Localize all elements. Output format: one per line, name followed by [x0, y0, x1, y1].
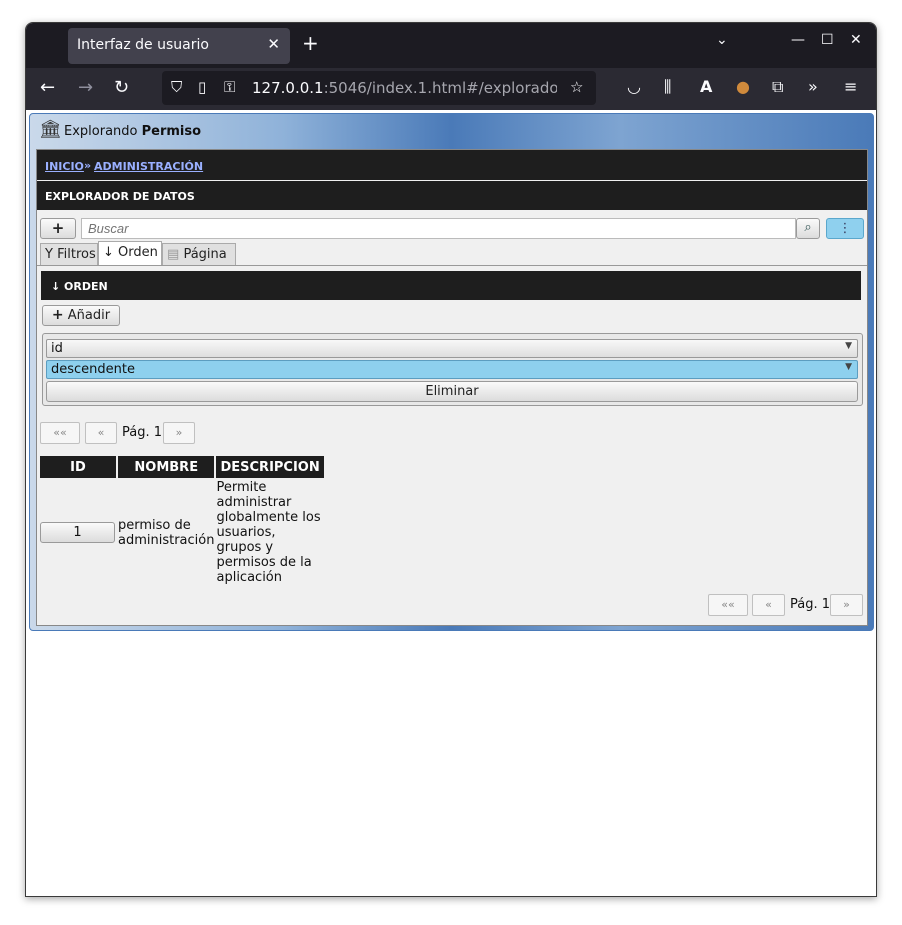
tab-filtros[interactable]: Y Filtros: [40, 243, 98, 265]
tab-title: Interfaz de usuario: [77, 37, 209, 53]
first-page-button[interactable]: ««: [708, 594, 748, 616]
panel-titlebar: 🏛 Explorando Permiso: [30, 114, 873, 148]
bookmark-star-icon[interactable]: ☆: [570, 78, 583, 96]
table-header-row: ID NOMBRE DESCRIPCION: [40, 456, 324, 478]
hamburger-menu-icon[interactable]: ≡: [844, 77, 857, 96]
add-order-button[interactable]: + Añadir: [42, 305, 120, 326]
filter-icon: Y: [45, 247, 53, 262]
breadcrumb: INICIO » ADMINISTRACIÓN: [37, 150, 867, 180]
order-header-label: ↓ ORDEN: [51, 280, 108, 293]
tab-orden[interactable]: ↓ Orden: [98, 241, 162, 265]
extension-monkey-icon[interactable]: ●: [736, 77, 750, 96]
font-extension-icon[interactable]: A: [700, 77, 712, 96]
library-icon[interactable]: ⫼: [664, 77, 671, 97]
order-tab-panel: ↓ ORDEN + Añadir id ▼ descendente ▼ Elim…: [37, 265, 867, 413]
row-open-button[interactable]: 1: [40, 522, 115, 543]
breadcrumb-separator: »: [84, 159, 92, 172]
prev-page-button[interactable]: «: [85, 422, 117, 444]
page-icon: ▤: [167, 247, 180, 262]
next-page-button[interactable]: »: [163, 422, 195, 444]
column-header-descripcion[interactable]: DESCRIPCION: [216, 456, 324, 478]
browser-tab[interactable]: Interfaz de usuario ✕: [68, 28, 290, 64]
table-row: 1 permiso de administración Permite admi…: [40, 480, 324, 585]
page-label: Pág. 1: [790, 597, 831, 612]
search-button[interactable]: ⌕: [796, 218, 820, 239]
breadcrumb-admin-link[interactable]: ADMINISTRACIÓN: [94, 160, 203, 173]
shield-icon[interactable]: ⛉: [171, 78, 182, 96]
prev-page-button[interactable]: «: [752, 594, 785, 616]
explorer-window: 🏛 Explorando Permiso INICIO » ADMINISTRA…: [29, 113, 874, 631]
cell-descripcion: Permite administrar globalmente los usua…: [216, 480, 321, 585]
breadcrumb-home-link[interactable]: INICIO: [45, 160, 84, 173]
data-table: ID NOMBRE DESCRIPCION 1 permiso de admin…: [38, 454, 326, 587]
tab-pagina[interactable]: ▤ Página: [162, 243, 236, 265]
panel-title: Explorando Permiso: [64, 124, 202, 139]
options-menu-button[interactable]: ⋮: [826, 218, 864, 239]
order-rule: id ▼ descendente ▼ Eliminar: [42, 333, 863, 406]
back-icon[interactable]: ←: [40, 77, 55, 98]
order-field-select[interactable]: id ▼: [46, 339, 858, 358]
tab-list-chevron-icon[interactable]: ⌄: [716, 32, 728, 48]
section-header: EXPLORADOR DE DATOS: [37, 181, 867, 210]
order-direction-select[interactable]: descendente ▼: [46, 360, 858, 379]
browser-window: Interfaz de usuario ✕ + ⌄ — ☐ ✕ ← → ↻ ⛉ …: [25, 22, 877, 897]
column-header-id[interactable]: ID: [40, 456, 116, 478]
plus-icon: +: [51, 307, 64, 323]
pocket-icon[interactable]: ◡: [627, 77, 641, 96]
remove-order-button[interactable]: Eliminar: [46, 381, 858, 402]
extensions-icon[interactable]: ⧉: [772, 77, 783, 97]
page-label: Pág. 1: [122, 425, 163, 440]
sort-down-icon: ↓: [103, 245, 114, 260]
chevron-down-icon: ▼: [845, 362, 852, 372]
cell-nombre: permiso de administración: [118, 517, 215, 548]
bank-icon: 🏛: [39, 119, 62, 140]
url-text[interactable]: 127.0.0.1:5046/index.1.html#/explorador/…: [252, 79, 557, 97]
minimize-icon[interactable]: —: [791, 32, 805, 48]
browser-tabbar: Interfaz de usuario ✕ + ⌄ — ☐ ✕: [26, 23, 876, 68]
add-record-button[interactable]: +: [40, 218, 76, 239]
page-icon: ▯: [198, 78, 207, 96]
search-input[interactable]: [81, 218, 796, 239]
browser-navbar: ← → ↻ ⛉ ▯ ⚿ 127.0.0.1:5046/index.1.html#…: [26, 68, 876, 110]
page-content: 🏛 Explorando Permiso INICIO » ADMINISTRA…: [26, 110, 876, 896]
close-tab-icon[interactable]: ✕: [267, 35, 280, 53]
order-header: ↓ ORDEN: [41, 271, 861, 300]
search-icon: ⌕: [804, 220, 812, 235]
first-page-button[interactable]: ««: [40, 422, 80, 444]
panel-body: INICIO » ADMINISTRACIÓN EXPLORADOR DE DA…: [36, 149, 868, 626]
next-page-button[interactable]: »: [830, 594, 863, 616]
section-title: EXPLORADOR DE DATOS: [45, 190, 195, 203]
chevron-down-icon: ▼: [845, 341, 852, 351]
close-window-icon[interactable]: ✕: [850, 32, 862, 48]
overflow-menu-icon[interactable]: »: [808, 77, 818, 96]
new-tab-icon[interactable]: +: [302, 31, 319, 55]
column-header-nombre[interactable]: NOMBRE: [118, 456, 215, 478]
maximize-icon[interactable]: ☐: [821, 32, 834, 48]
key-icon[interactable]: ⚿: [224, 78, 235, 96]
forward-icon[interactable]: →: [78, 77, 93, 98]
reload-icon[interactable]: ↻: [114, 77, 129, 98]
url-bar[interactable]: ⛉ ▯ ⚿ 127.0.0.1:5046/index.1.html#/explo…: [162, 71, 596, 105]
cell-id: 1: [40, 480, 116, 585]
